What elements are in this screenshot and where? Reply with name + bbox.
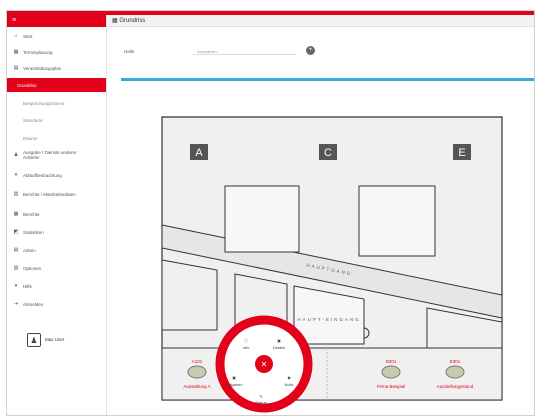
radial-item-label: Aufgaben	[225, 382, 242, 387]
stand-marker-d201[interactable]	[381, 365, 401, 379]
options-icon: ▥	[13, 265, 19, 271]
booth-block-2[interactable]	[358, 185, 436, 257]
tasks-icon[interactable]: ▣	[232, 375, 236, 380]
radial-item-label: Details	[273, 345, 285, 350]
sidebar-item-hilfe[interactable]: ▾ Hilfe	[7, 279, 106, 293]
stats-icon: ◩	[13, 229, 19, 235]
sidebar-item-label: Räume	[23, 135, 38, 141]
stand-name: Firma Beispiel	[377, 384, 406, 389]
home-icon: ⌂	[14, 33, 18, 39]
radial-menu[interactable]: ✕ ⓘ Info ▣ Details ▣ Aufgaben ◆ Notiz ✎ …	[215, 315, 313, 413]
radial-item-label: Notiz	[284, 382, 293, 387]
stand-marker-e301[interactable]	[445, 365, 465, 379]
hall-filter-label: Halle	[124, 49, 135, 54]
status-icon[interactable]: ✎	[259, 394, 262, 399]
sidebar-item-berichte-mitarbeiter[interactable]: ▥ Berichte / Mitarbeiterdaten	[7, 185, 106, 203]
sidebar-item-terminplanung[interactable]: ▦ Terminplanung	[7, 45, 106, 59]
sidebar-item-label: Standorte	[23, 117, 43, 123]
sidebar-item-label: Grundriss	[17, 82, 37, 88]
sidebar-item-label: Admin	[23, 247, 36, 253]
stand-number: D201	[386, 359, 397, 364]
table-icon: ▦	[13, 211, 19, 217]
sidebar-item-statistiken[interactable]: ◩ Statistiken	[7, 225, 106, 239]
person-icon: ♟	[13, 151, 19, 158]
logout-icon: ⇥	[13, 301, 19, 307]
page-title: Grundriss	[119, 18, 146, 24]
user-profile[interactable]: ♟ Max User	[27, 333, 65, 347]
sidebar-item-label: Berichte / Mitarbeiterdaten	[23, 191, 76, 197]
sidebar-item-label: Ablaufbeobachtung	[23, 172, 62, 178]
main-content: ▦ Grundriss Halle Auswählen... + A C E H…	[107, 15, 534, 415]
user-avatar-icon: ♟	[27, 333, 41, 347]
arrow-down-icon: ▾	[14, 172, 18, 178]
sidebar-item-label: Statistiken	[23, 229, 44, 235]
stand-number: A101	[192, 359, 203, 364]
sidebar-item-ausgabe[interactable]: ♟ Ausgabe / Dienste anderer Anbieter	[7, 146, 106, 164]
sidebar-item-standorte[interactable]: Standorte	[7, 113, 106, 127]
hall-a-label: A	[195, 147, 203, 159]
details-icon[interactable]: ▣	[277, 338, 281, 343]
radial-item-label: Status	[255, 400, 266, 405]
sidebar-item-label: Optionen	[23, 265, 42, 271]
floorplan-canvas[interactable]: A C E HAUPTGANG HAUPT-EINGANG A101 Ausst…	[107, 100, 534, 415]
sidebar-item-label: Veranstaltungsplan	[23, 65, 62, 71]
sidebar-item-besprechungsraeume[interactable]: Besprechungsräume	[7, 96, 106, 110]
entrance-label: HAUPT-EINGANG	[297, 317, 360, 322]
sidebar-item-label: Hilfe	[23, 283, 33, 289]
stand-name: Ausstellungsstand	[437, 384, 474, 389]
list-icon: ▤	[13, 65, 19, 71]
hall-e-label: E	[458, 147, 465, 159]
sidebar-item-label: Terminplanung	[23, 49, 53, 55]
help-icon: ▾	[14, 283, 18, 289]
plus-icon[interactable]: +	[306, 46, 315, 55]
room-lower-left	[161, 259, 218, 331]
sidebar: ≡ ⌂ Start ▦ Terminplanung ▤ Veranstaltun…	[7, 15, 107, 415]
stand-marker-a101[interactable]	[187, 365, 207, 379]
sidebar-item-berichte[interactable]: ▦ Berichte	[7, 207, 106, 221]
sidebar-item-label: Abmelden	[23, 301, 44, 307]
sidebar-item-veranstaltungsplan[interactable]: ▤ Veranstaltungsplan	[7, 61, 106, 75]
sidebar-item-label: Berichte	[23, 211, 40, 217]
sidebar-item-raeume[interactable]: Räume	[7, 131, 106, 145]
sidebar-item-optionen[interactable]: ▥ Optionen	[7, 261, 106, 275]
sidebar-item-label: Ausgabe / Dienste anderer Anbieter	[23, 150, 77, 160]
close-glyph: ✕	[261, 360, 268, 369]
stand-number: E301	[450, 359, 461, 364]
admin-icon: ▤	[13, 247, 19, 253]
app-window: ≡ ⌂ Start ▦ Terminplanung ▤ Veranstaltun…	[6, 10, 535, 416]
stand-name: Ausstellung A	[183, 384, 210, 389]
booth-block-1[interactable]	[224, 185, 300, 253]
progress-divider	[121, 78, 534, 81]
menu-icon[interactable]: ≡	[7, 15, 106, 27]
hall-select[interactable]: Auswählen...	[193, 48, 296, 55]
info-icon[interactable]: ⓘ	[244, 337, 248, 343]
sidebar-item-abmelden[interactable]: ⇥ Abmelden	[7, 297, 106, 311]
sidebar-item-grundriss[interactable]: Grundriss	[7, 78, 106, 92]
calendar-icon: ▦	[13, 49, 19, 55]
sidebar-item-label: Start	[23, 33, 33, 39]
sidebar-item-admin[interactable]: ▤ Admin	[7, 243, 106, 257]
radial-item-label: Info	[243, 345, 250, 350]
sidebar-item-label: Besprechungsräume	[23, 100, 65, 106]
chart-icon: ▥	[13, 190, 19, 197]
sidebar-item-ablaufbeobachtung[interactable]: ▾ Ablaufbeobachtung	[7, 168, 106, 182]
page-header: ▦ Grundriss	[107, 15, 534, 27]
hall-c-label: C	[324, 147, 332, 159]
floorplan-svg: A C E HAUPTGANG HAUPT-EINGANG A101 Ausst…	[161, 116, 503, 413]
sidebar-item-start[interactable]: ⌂ Start	[7, 29, 106, 43]
user-name: Max User	[45, 337, 65, 342]
